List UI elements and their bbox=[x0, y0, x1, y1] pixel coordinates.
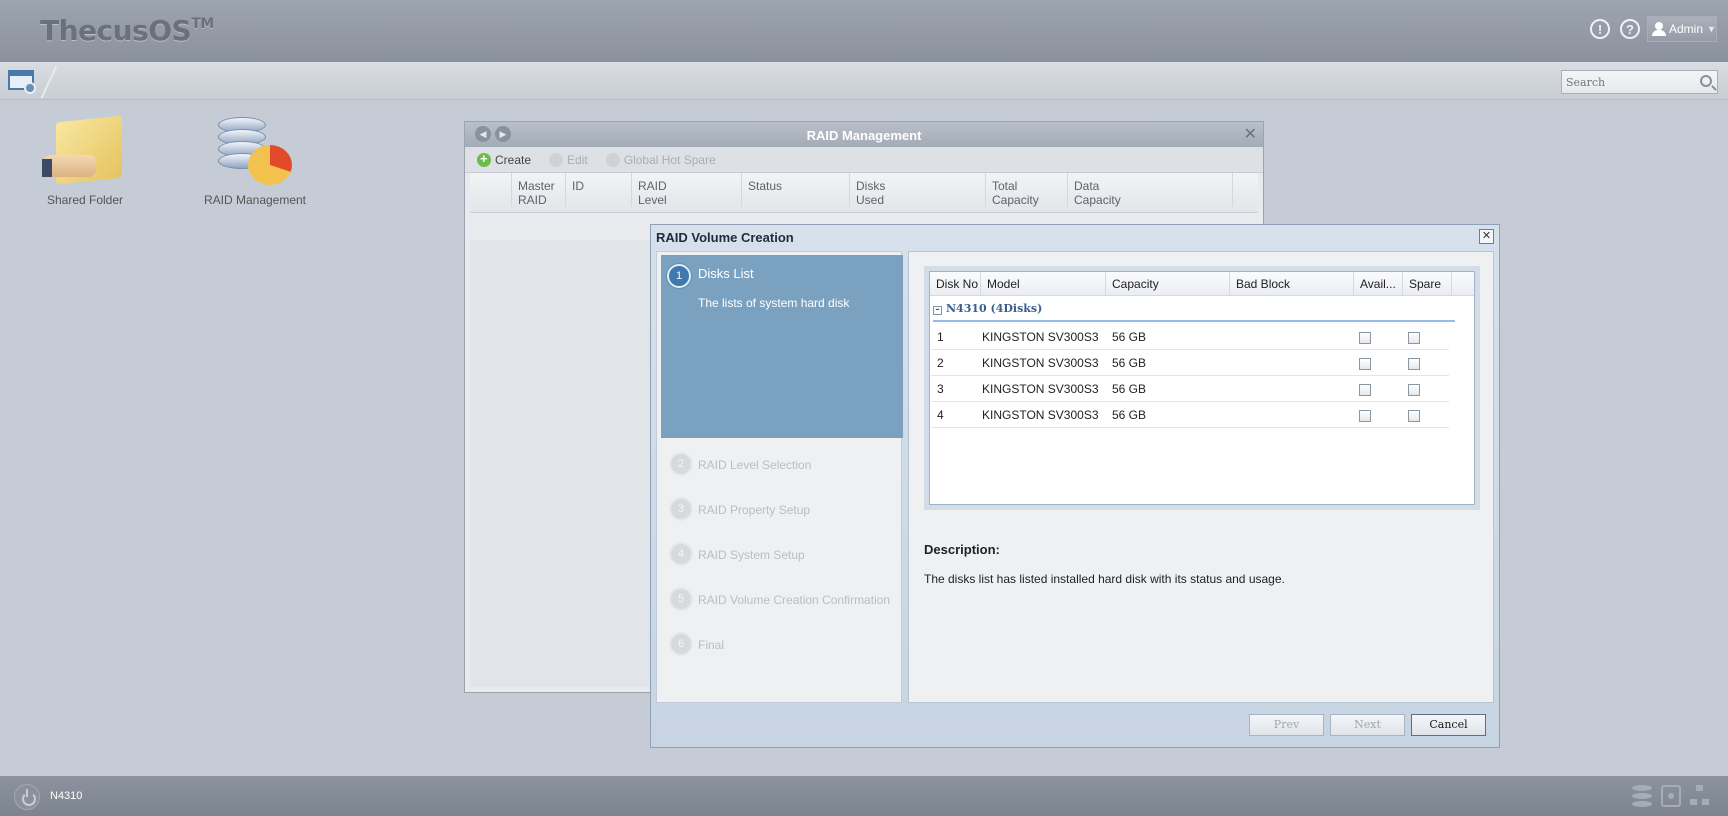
desktop-icon-raid-management[interactable]: RAID Management bbox=[190, 115, 320, 207]
column-master-raid[interactable]: Master RAID bbox=[511, 173, 565, 207]
dialog-title: RAID Volume Creation bbox=[656, 230, 794, 245]
column-menu[interactable] bbox=[1232, 173, 1258, 207]
available-checkbox[interactable] bbox=[1359, 410, 1371, 422]
bottom-bar: N4310 bbox=[0, 776, 1728, 816]
spare-checkbox[interactable] bbox=[1408, 384, 1420, 396]
desktop-icon-shared-folder[interactable]: Shared Folder bbox=[20, 115, 150, 207]
column-bad-block[interactable]: Bad Block bbox=[1230, 272, 1354, 296]
control-panel-icon[interactable] bbox=[6, 67, 36, 95]
window-toolbar: Create Edit Global Hot Spare bbox=[465, 147, 1263, 173]
edit-button[interactable]: Edit bbox=[549, 152, 588, 167]
dialog-title-bar[interactable]: RAID Volume Creation ✕ bbox=[651, 225, 1499, 249]
column-capacity[interactable]: Capacity bbox=[1106, 272, 1230, 296]
edit-icon bbox=[549, 152, 564, 167]
disks-grid-header: Disk No Model Capacity Bad Block Avail..… bbox=[930, 272, 1474, 296]
tab-divider bbox=[40, 66, 58, 98]
available-checkbox[interactable] bbox=[1359, 384, 1371, 396]
alert-icon[interactable]: ! bbox=[1590, 19, 1610, 39]
raid-management-icon bbox=[212, 115, 298, 187]
available-checkbox[interactable] bbox=[1359, 358, 1371, 370]
search-icon[interactable] bbox=[1700, 75, 1712, 87]
column-disk-no[interactable]: Disk No bbox=[930, 272, 981, 296]
disk-icon[interactable] bbox=[1661, 785, 1681, 807]
step-raid-property-setup: 3 RAID Property Setup bbox=[669, 497, 899, 523]
column-available[interactable]: Avail... bbox=[1354, 272, 1403, 296]
window-title: RAID Management bbox=[806, 128, 922, 143]
shared-folder-icon bbox=[42, 115, 128, 185]
raid-table-header: Master RAID ID RAID Level Status Disks Used… bbox=[470, 173, 1258, 213]
disk-group-row[interactable]: – N4310 (4Disks) bbox=[933, 302, 1455, 322]
spare-checkbox[interactable] bbox=[1408, 358, 1420, 370]
spare-checkbox[interactable] bbox=[1408, 332, 1420, 344]
step-title: Disks List bbox=[698, 266, 754, 281]
app-logo: ThecusOSTM bbox=[40, 14, 214, 47]
column-raid-level[interactable]: RAID Level bbox=[631, 173, 741, 207]
task-bar bbox=[0, 62, 1728, 100]
table-row[interactable]: 3 KINGSTON SV300S3 56 GB bbox=[931, 376, 1449, 402]
window-title-bar[interactable]: ◀ ▶ RAID Management ✕ bbox=[465, 122, 1263, 147]
power-icon[interactable] bbox=[14, 784, 40, 810]
user-icon bbox=[1652, 22, 1666, 36]
column-disks-used[interactable]: Disks Used bbox=[849, 173, 985, 207]
cancel-button[interactable]: Cancel bbox=[1411, 714, 1486, 736]
top-bar: ThecusOSTM ! ? Admin ▼ bbox=[0, 0, 1728, 62]
spare-checkbox[interactable] bbox=[1408, 410, 1420, 422]
help-icon[interactable]: ? bbox=[1620, 19, 1640, 39]
device-model: N4310 bbox=[50, 790, 83, 802]
wizard-steps: 1 Disks List The lists of system hard di… bbox=[656, 251, 903, 703]
step-raid-volume-creation-confirmation: 5 RAID Volume Creation Confirmation bbox=[669, 587, 899, 613]
column-total-capacity[interactable]: Total Capacity bbox=[985, 173, 1067, 207]
column-id[interactable]: ID bbox=[565, 173, 631, 207]
next-button[interactable]: Next bbox=[1330, 714, 1405, 736]
step-raid-system-setup: 4 RAID System Setup bbox=[669, 542, 899, 568]
collapse-icon[interactable]: – bbox=[933, 306, 942, 315]
add-icon bbox=[477, 151, 491, 167]
available-checkbox[interactable] bbox=[1359, 332, 1371, 344]
table-row[interactable]: 1 KINGSTON SV300S3 56 GB bbox=[931, 324, 1449, 350]
user-menu[interactable]: Admin ▼ bbox=[1647, 16, 1717, 42]
column-spare[interactable]: Spare bbox=[1403, 272, 1452, 296]
column-model[interactable]: Model bbox=[981, 272, 1106, 296]
storage-icon[interactable] bbox=[1632, 785, 1652, 807]
column-status[interactable]: Status bbox=[741, 173, 849, 207]
hot-spare-icon bbox=[605, 152, 620, 167]
search-input[interactable] bbox=[1562, 71, 1687, 93]
description-text: The disks list has listed installed hard… bbox=[924, 572, 1285, 586]
global-hot-spare-button[interactable]: Global Hot Spare bbox=[605, 152, 716, 167]
step-raid-level-selection: 2 RAID Level Selection bbox=[669, 452, 899, 478]
user-label: Admin bbox=[1669, 22, 1704, 36]
step-description: The lists of system hard disk bbox=[698, 296, 850, 310]
create-button[interactable]: Create bbox=[477, 151, 531, 167]
close-icon[interactable]: ✕ bbox=[1244, 124, 1257, 144]
chevron-down-icon: ▼ bbox=[1707, 24, 1716, 34]
wizard-content: Disk No Model Capacity Bad Block Avail..… bbox=[908, 251, 1494, 703]
description-title: Description: bbox=[924, 542, 1000, 557]
desktop-icon-label: RAID Management bbox=[203, 193, 307, 207]
search-field[interactable] bbox=[1561, 70, 1718, 94]
step-final: 6 Final bbox=[669, 632, 899, 658]
disk-group-label: N4310 (4Disks) bbox=[946, 302, 1043, 315]
close-icon[interactable]: ✕ bbox=[1479, 229, 1494, 244]
desktop-icon-label: Shared Folder bbox=[46, 193, 124, 207]
table-row[interactable]: 2 KINGSTON SV300S3 56 GB bbox=[931, 350, 1449, 376]
prev-button[interactable]: Prev bbox=[1249, 714, 1324, 736]
disks-grid: Disk No Model Capacity Bad Block Avail..… bbox=[924, 266, 1480, 510]
table-row[interactable]: 4 KINGSTON SV300S3 56 GB bbox=[931, 402, 1449, 428]
step-number: 1 bbox=[667, 264, 691, 288]
raid-volume-creation-dialog: RAID Volume Creation ✕ 1 Disks List The … bbox=[650, 224, 1500, 748]
network-icon[interactable] bbox=[1690, 785, 1710, 807]
step-disks-list[interactable]: 1 Disks List The lists of system hard di… bbox=[661, 255, 903, 438]
column-data-capacity[interactable]: Data Capacity bbox=[1067, 173, 1232, 207]
